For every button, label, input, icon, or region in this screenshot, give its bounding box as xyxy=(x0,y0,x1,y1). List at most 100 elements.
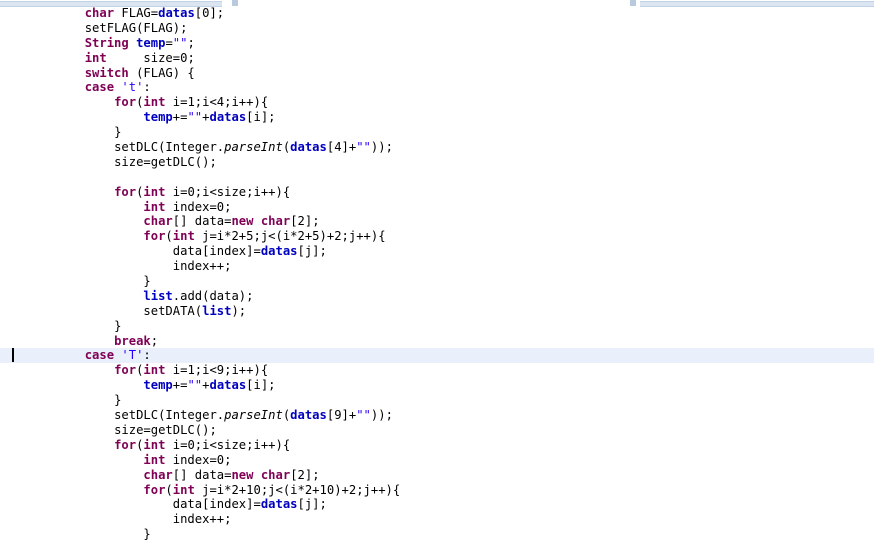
code-line[interactable]: temp+=""+datas[i]; xyxy=(0,378,874,393)
code-line[interactable]: String temp=""; xyxy=(0,36,874,51)
code-line[interactable]: temp+=""+datas[i]; xyxy=(0,110,874,125)
code-token: index=0; xyxy=(165,199,232,214)
code-line[interactable] xyxy=(0,170,874,185)
scrollbar-track-left[interactable] xyxy=(0,1,222,7)
code-line[interactable]: char FLAG=datas[0]; xyxy=(0,6,874,21)
code-token: data[index]= xyxy=(172,244,261,259)
scrollbar-thumb-right[interactable] xyxy=(630,0,636,6)
code-token: [4]+ xyxy=(326,140,357,155)
code-token: = xyxy=(150,6,159,20)
code-line[interactable]: for(int i=0;i<size;i++){ xyxy=(0,185,874,200)
code-token: 't' xyxy=(121,80,144,95)
code-line[interactable]: for(int i=0;i<size;i++){ xyxy=(0,438,874,453)
code-token: index++; xyxy=(172,512,232,527)
scrollbar-track-right[interactable] xyxy=(640,1,874,7)
code-token: size xyxy=(143,50,173,65)
code-token: switch xyxy=(84,65,129,80)
code-token: j=i*2+5;j<(i*2+5)+2;j++){ xyxy=(194,229,386,244)
code-token: parseInt xyxy=(224,140,283,155)
code-line[interactable]: setDLC(Integer.parseInt(datas[9]+"")); xyxy=(0,408,874,423)
code-line[interactable]: int size=0; xyxy=(0,51,874,66)
code-line[interactable]: size=getDLC(); xyxy=(0,155,874,170)
code-line[interactable]: size=getDLC(); xyxy=(0,423,874,438)
code-token: "" xyxy=(187,378,203,393)
code-line[interactable]: } xyxy=(0,527,874,542)
code-line[interactable]: for(int j=i*2+10;j<(i*2+10)+2;j++){ xyxy=(0,483,874,498)
code-line[interactable]: index++; xyxy=(0,512,874,527)
code-token: : xyxy=(143,348,151,363)
code-token: new xyxy=(231,214,254,229)
code-line[interactable]: } xyxy=(0,274,874,289)
code-token: } xyxy=(114,393,122,408)
code-line[interactable]: data[index]=datas[j]; xyxy=(0,497,874,512)
code-line[interactable]: for(int i=1;i<9;i++){ xyxy=(0,363,874,378)
code-token: int xyxy=(172,482,195,497)
code-token: for xyxy=(143,229,166,244)
code-token: ; xyxy=(187,35,195,50)
code-token: char xyxy=(143,467,173,482)
code-token: break xyxy=(114,333,151,348)
code-line[interactable]: index++; xyxy=(0,259,874,274)
code-token: ( xyxy=(165,229,173,244)
code-token: for xyxy=(114,437,137,452)
code-line[interactable]: data[index]=datas[j]; xyxy=(0,244,874,259)
code-line[interactable]: for(int i=1;i<4;i++){ xyxy=(0,95,874,110)
code-line[interactable]: } xyxy=(0,319,874,334)
code-line[interactable]: setFLAG(FLAG); xyxy=(0,21,874,36)
code-token: datas xyxy=(260,497,298,512)
code-token: =0; xyxy=(172,50,195,65)
code-token: int xyxy=(84,50,107,65)
code-token: "" xyxy=(356,408,371,423)
code-line[interactable]: int index=0; xyxy=(0,200,874,215)
code-token: for xyxy=(114,95,137,110)
code-token: datas xyxy=(260,244,298,259)
code-token: for xyxy=(114,184,137,199)
code-token: )); xyxy=(370,140,393,155)
code-token: setDATA( xyxy=(143,303,203,318)
code-line[interactable]: setDATA(list); xyxy=(0,304,874,319)
code-token: index++; xyxy=(172,259,232,274)
code-text-area[interactable]: char FLAG=datas[0]; setFLAG(FLAG); Strin… xyxy=(0,6,874,542)
code-line[interactable]: list.add(data); xyxy=(0,289,874,304)
code-token: ); xyxy=(231,303,247,318)
code-line[interactable]: case 't': xyxy=(0,80,874,95)
code-line[interactable]: break; xyxy=(0,334,874,349)
code-token: for xyxy=(143,482,166,497)
code-token: int xyxy=(143,363,166,378)
code-line[interactable]: char[] data=new char[2]; xyxy=(0,468,874,483)
code-line[interactable]: setDLC(Integer.parseInt(datas[4]+"")); xyxy=(0,140,874,155)
code-line[interactable]: switch (FLAG) { xyxy=(0,66,874,81)
code-token: (FLAG) { xyxy=(128,65,195,80)
code-line[interactable]: int index=0; xyxy=(0,453,874,468)
code-line[interactable]: } xyxy=(0,393,874,408)
code-token: temp xyxy=(143,378,173,393)
code-token: int xyxy=(143,199,166,214)
scrollbar-thumb-left[interactable] xyxy=(232,0,238,6)
code-token: list xyxy=(143,288,173,303)
code-line[interactable]: for(int j=i*2+5;j<(i*2+5)+2;j++){ xyxy=(0,229,874,244)
code-line[interactable]: char[] data=new char[2]; xyxy=(0,214,874,229)
code-line[interactable]: } xyxy=(0,125,874,140)
code-token: FLAG xyxy=(121,6,151,20)
code-token: } xyxy=(114,125,122,140)
code-token: 'T' xyxy=(121,348,144,363)
code-line[interactable]: case 'T': xyxy=(0,348,874,364)
code-editor[interactable]: char FLAG=datas[0]; setFLAG(FLAG); Strin… xyxy=(0,0,874,549)
